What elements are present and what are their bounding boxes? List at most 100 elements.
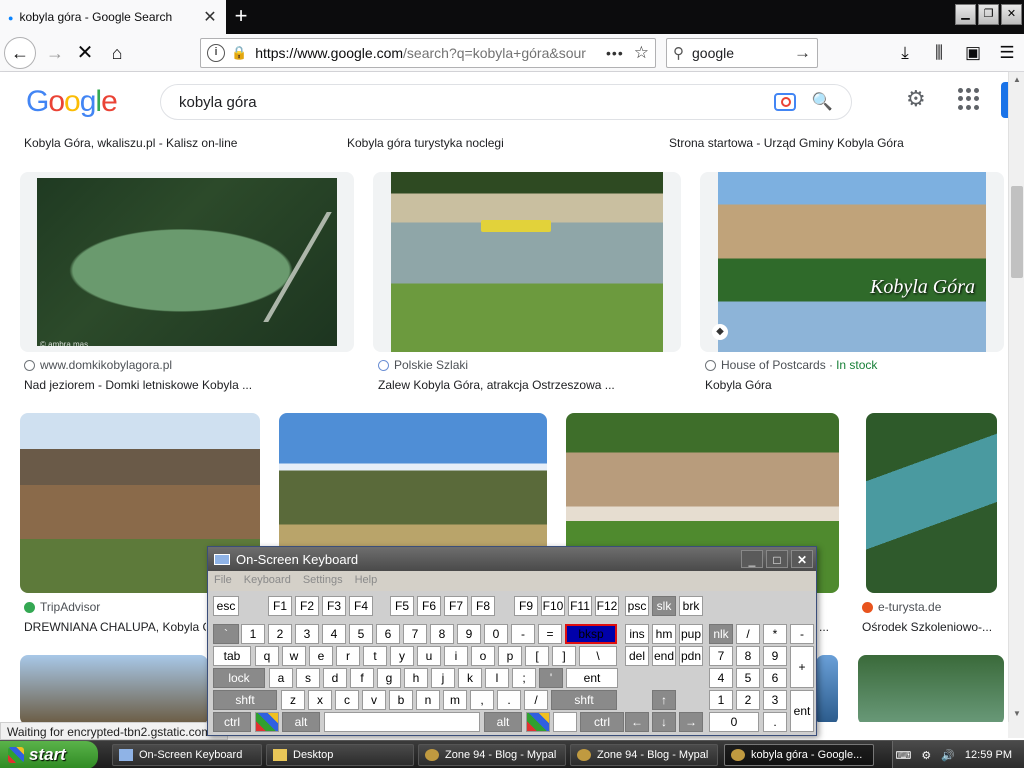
osk-key-2[interactable]: 2 [736, 690, 760, 710]
osk-key-_[interactable]: = [538, 624, 562, 644]
result-image-row3-1[interactable] [20, 655, 208, 722]
settings-gear-icon[interactable]: ⚙ [906, 86, 926, 112]
osk-key-_[interactable]: . [763, 712, 787, 732]
osk-key-end[interactable]: end [652, 646, 676, 666]
google-search-icon[interactable]: 🔍 [812, 92, 833, 112]
osk-key-_[interactable]: ← [625, 712, 649, 732]
osk-key-1[interactable]: 1 [241, 624, 265, 644]
osk-key-tab[interactable]: tab [213, 646, 251, 666]
result-caption[interactable]: Kobyla góra turystyka noclegi [347, 136, 647, 150]
osk-key-alt[interactable]: alt [484, 712, 522, 732]
task-osk[interactable]: On-Screen Keyboard [112, 744, 262, 766]
osk-key-_[interactable]: ↑ [652, 690, 676, 710]
osk-key-_[interactable]: ' [539, 668, 563, 688]
restore-button[interactable]: ❐ [978, 4, 999, 25]
result-image-lake-aerial[interactable]: © ambra.mas [20, 172, 354, 352]
result-image-row3-3[interactable] [816, 655, 838, 722]
osk-key-0[interactable]: 0 [709, 712, 759, 732]
library-icon[interactable]: ⫼ [922, 38, 956, 68]
osk-key-F7[interactable]: F7 [444, 596, 468, 616]
scroll-up-icon[interactable]: ▲ [1009, 72, 1024, 88]
osk-key-v[interactable]: v [362, 690, 386, 710]
osk-key-z[interactable]: z [281, 690, 305, 710]
osk-key-_[interactable]: / [524, 690, 548, 710]
search-bar[interactable]: ⚲ google → [666, 38, 818, 68]
osk-key-hm[interactable]: hm [652, 624, 676, 644]
osk-key-5[interactable]: 5 [349, 624, 373, 644]
osk-key-y[interactable]: y [390, 646, 414, 666]
osk-key-F8[interactable]: F8 [471, 596, 495, 616]
osk-key-t[interactable]: t [363, 646, 387, 666]
osk-key-j[interactable]: j [431, 668, 455, 688]
close-window-button[interactable]: ✕ [1001, 4, 1022, 25]
osk-key-_[interactable]: ; [512, 668, 536, 688]
menu-file[interactable]: File [214, 571, 232, 589]
task-desktop[interactable]: Desktop [266, 744, 414, 766]
google-search-box[interactable]: kobyla góra 🔍 [160, 84, 852, 120]
osk-key-_[interactable]: ` [213, 624, 239, 644]
osk-key-ctrl[interactable]: ctrl [580, 712, 624, 732]
result-caption[interactable]: Zalew Kobyla Góra, atrakcja Ostrzeszowa … [378, 378, 678, 392]
result-source[interactable]: www.domkikobylagora.pl [24, 358, 172, 372]
osk-key-c[interactable]: c [335, 690, 359, 710]
osk-key-F9[interactable]: F9 [514, 596, 538, 616]
scroll-down-icon[interactable]: ▼ [1009, 706, 1024, 722]
osk-key-_[interactable]: * [763, 624, 787, 644]
result-caption[interactable]: Kobyla Góra, wkaliszu.pl - Kalisz on-lin… [24, 136, 324, 150]
osk-key-bksp[interactable]: bksp [565, 624, 617, 644]
osk-key-8[interactable]: 8 [736, 646, 760, 666]
osk-key-nlk[interactable]: nlk [709, 624, 733, 644]
osk-key-i[interactable]: i [444, 646, 468, 666]
result-caption[interactable]: Ośrodek Szkoleniowo-... [862, 620, 1002, 634]
osk-key-k[interactable]: k [458, 668, 482, 688]
osk-key-e[interactable]: e [309, 646, 333, 666]
osk-key-psc[interactable]: psc [625, 596, 649, 616]
camera-search-icon[interactable] [773, 93, 796, 111]
osk-key-pdn[interactable]: pdn [679, 646, 703, 666]
search-bar-text[interactable]: google [692, 45, 794, 61]
osk-key-F4[interactable]: F4 [349, 596, 373, 616]
result-caption[interactable]: DREWNIANA CHALUPA, Kobyla G [24, 620, 206, 634]
sidebar-icon[interactable]: ▣ [956, 38, 990, 68]
task-google[interactable]: kobyla góra - Google... [724, 744, 874, 766]
osk-key-F1[interactable]: F1 [268, 596, 292, 616]
osk-key-F3[interactable]: F3 [322, 596, 346, 616]
result-caption[interactable]: Kobyla Góra [705, 378, 985, 392]
osk-key-4[interactable]: 4 [322, 624, 346, 644]
osk-key-p[interactable]: p [498, 646, 522, 666]
osk-key-shft[interactable]: shft [213, 690, 277, 710]
osk-key-blank-5-6[interactable] [553, 712, 577, 732]
osk-key-3[interactable]: 3 [763, 690, 787, 710]
osk-titlebar[interactable]: On-Screen Keyboard _ □ ✕ [208, 547, 816, 571]
osk-key-F2[interactable]: F2 [295, 596, 319, 616]
osk-key-shft[interactable]: shft [551, 690, 617, 710]
osk-key-m[interactable]: m [443, 690, 467, 710]
osk-key-_[interactable]: / [736, 624, 760, 644]
new-tab-button[interactable]: + [228, 2, 254, 30]
page-actions-icon[interactable]: ••• [606, 45, 624, 61]
site-info-icon[interactable]: i [207, 44, 225, 62]
osk-key-8[interactable]: 8 [430, 624, 454, 644]
osk-key-del[interactable]: del [625, 646, 649, 666]
osk-key-blank-5-1[interactable] [255, 712, 279, 732]
osk-key-1[interactable]: 1 [709, 690, 733, 710]
result-source[interactable]: e-turysta.de [862, 600, 941, 614]
scroll-thumb[interactable] [1011, 186, 1023, 278]
close-tab-icon[interactable]: ✕ [202, 7, 218, 27]
osk-key-_[interactable]: - [511, 624, 535, 644]
menu-keyboard[interactable]: Keyboard [244, 571, 291, 589]
google-query-text[interactable]: kobyla góra [179, 94, 774, 111]
osk-key-2[interactable]: 2 [268, 624, 292, 644]
apps-grid-icon[interactable] [958, 88, 980, 110]
osk-minimize-button[interactable]: _ [741, 550, 763, 568]
osk-key-7[interactable]: 7 [403, 624, 427, 644]
downloads-icon[interactable]: ⤓ [888, 38, 922, 68]
result-source[interactable]: House of Postcards · In stock [705, 358, 877, 372]
result-image-lakeside[interactable] [373, 172, 681, 352]
menu-hamburger-icon[interactable]: ☰ [990, 38, 1024, 68]
osk-key-ctrl[interactable]: ctrl [213, 712, 251, 732]
result-source[interactable]: TripAdvisor [24, 600, 100, 614]
osk-key-o[interactable]: o [471, 646, 495, 666]
osk-key-brk[interactable]: brk [679, 596, 703, 616]
minimize-button[interactable]: ▁ [955, 4, 976, 25]
